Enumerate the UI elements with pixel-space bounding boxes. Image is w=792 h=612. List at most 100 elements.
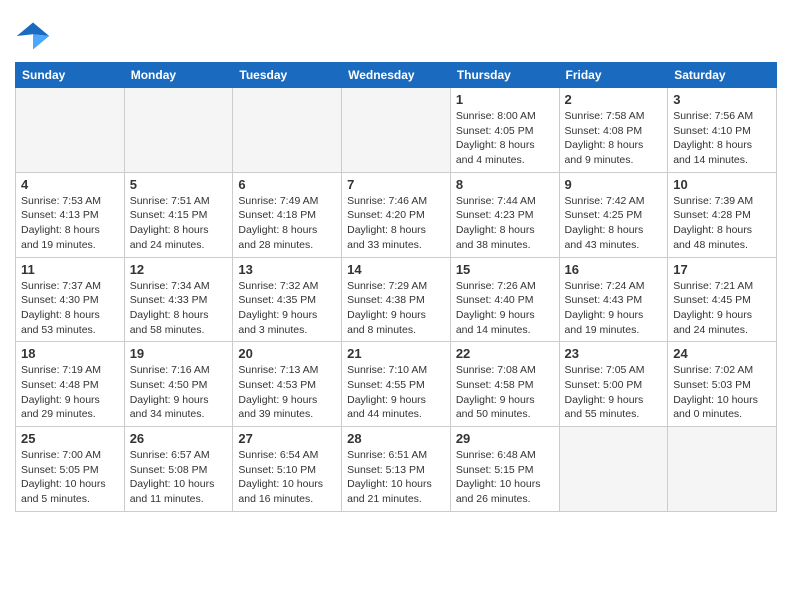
calendar-week-row: 1Sunrise: 8:00 AM Sunset: 4:05 PM Daylig… [16, 88, 777, 173]
day-info: Sunrise: 6:57 AM Sunset: 5:08 PM Dayligh… [130, 448, 228, 507]
day-info: Sunrise: 7:19 AM Sunset: 4:48 PM Dayligh… [21, 363, 119, 422]
day-info: Sunrise: 7:53 AM Sunset: 4:13 PM Dayligh… [21, 194, 119, 253]
day-info: Sunrise: 7:34 AM Sunset: 4:33 PM Dayligh… [130, 279, 228, 338]
calendar-day-24: 24 Sunrise: 7:02 AM Sunset: 5:03 PM Dayli… [668, 342, 777, 427]
calendar-day-3: 3 Sunrise: 7:56 AM Sunset: 4:10 PM Daylig… [668, 88, 777, 173]
day-info: Sunrise: 7:13 AM Sunset: 4:53 PM Dayligh… [238, 363, 336, 422]
day-number: 26 [130, 431, 228, 446]
day-info: Sunrise: 7:05 AM Sunset: 5:00 PM Dayligh… [565, 363, 663, 422]
day-info: Sunrise: 7:26 AM Sunset: 4:40 PM Dayligh… [456, 279, 554, 338]
day-info: Sunrise: 6:54 AM Sunset: 5:10 PM Dayligh… [238, 448, 336, 507]
day-number: 27 [238, 431, 336, 446]
day-header-thursday: Thursday [450, 63, 559, 88]
calendar-day-19: 19Sunrise: 7:16 AM Sunset: 4:50 PM Dayli… [124, 342, 233, 427]
calendar-day-empty [16, 88, 125, 173]
calendar-day-4: 4 Sunrise: 7:53 AM Sunset: 4:13 PM Daylig… [16, 172, 125, 257]
logo [15, 18, 53, 54]
calendar-week-row: 25 Sunrise: 7:00 AM Sunset: 5:05 PM Dayli… [16, 427, 777, 512]
day-number: 16 [565, 262, 663, 277]
day-number: 23 [565, 346, 663, 361]
logo-icon [15, 18, 51, 54]
calendar-day-27: 27 Sunrise: 6:54 AM Sunset: 5:10 PM Dayli… [233, 427, 342, 512]
day-number: 1 [456, 92, 554, 107]
day-info: Sunrise: 7:10 AM Sunset: 4:55 PM Dayligh… [347, 363, 445, 422]
calendar-day-empty [668, 427, 777, 512]
day-number: 17 [673, 262, 771, 277]
day-info: Sunrise: 7:21 AM Sunset: 4:45 PM Dayligh… [673, 279, 771, 338]
day-info: Sunrise: 7:08 AM Sunset: 4:58 PM Dayligh… [456, 363, 554, 422]
calendar-day-20: 20 Sunrise: 7:13 AM Sunset: 4:53 PM Dayli… [233, 342, 342, 427]
day-info: Sunrise: 7:39 AM Sunset: 4:28 PM Dayligh… [673, 194, 771, 253]
day-info: Sunrise: 7:49 AM Sunset: 4:18 PM Dayligh… [238, 194, 336, 253]
calendar-day-1: 1Sunrise: 8:00 AM Sunset: 4:05 PM Daylig… [450, 88, 559, 173]
calendar-day-16: 16 Sunrise: 7:24 AM Sunset: 4:43 PM Dayli… [559, 257, 668, 342]
day-number: 28 [347, 431, 445, 446]
day-number: 4 [21, 177, 119, 192]
calendar-day-13: 13 Sunrise: 7:32 AM Sunset: 4:35 PM Dayli… [233, 257, 342, 342]
day-number: 29 [456, 431, 554, 446]
day-info: Sunrise: 7:46 AM Sunset: 4:20 PM Dayligh… [347, 194, 445, 253]
day-info: Sunrise: 7:37 AM Sunset: 4:30 PM Dayligh… [21, 279, 119, 338]
day-number: 15 [456, 262, 554, 277]
day-info: Sunrise: 7:56 AM Sunset: 4:10 PM Dayligh… [673, 109, 771, 168]
day-number: 8 [456, 177, 554, 192]
day-info: Sunrise: 7:58 AM Sunset: 4:08 PM Dayligh… [565, 109, 663, 168]
day-info: Sunrise: 6:48 AM Sunset: 5:15 PM Dayligh… [456, 448, 554, 507]
calendar-week-row: 11 Sunrise: 7:37 AM Sunset: 4:30 PM Dayli… [16, 257, 777, 342]
day-number: 21 [347, 346, 445, 361]
day-header-monday: Monday [124, 63, 233, 88]
calendar-day-empty [342, 88, 451, 173]
calendar-day-25: 25 Sunrise: 7:00 AM Sunset: 5:05 PM Dayli… [16, 427, 125, 512]
calendar-header-row: SundayMondayTuesdayWednesdayThursdayFrid… [16, 63, 777, 88]
day-number: 22 [456, 346, 554, 361]
calendar-day-12: 12 Sunrise: 7:34 AM Sunset: 4:33 PM Dayli… [124, 257, 233, 342]
calendar-day-17: 17 Sunrise: 7:21 AM Sunset: 4:45 PM Dayli… [668, 257, 777, 342]
calendar-day-29: 29 Sunrise: 6:48 AM Sunset: 5:15 PM Dayli… [450, 427, 559, 512]
calendar-day-10: 10 Sunrise: 7:39 AM Sunset: 4:28 PM Dayli… [668, 172, 777, 257]
day-number: 7 [347, 177, 445, 192]
day-header-saturday: Saturday [668, 63, 777, 88]
calendar-table: SundayMondayTuesdayWednesdayThursdayFrid… [15, 62, 777, 512]
calendar-day-8: 8Sunrise: 7:44 AM Sunset: 4:23 PM Daylig… [450, 172, 559, 257]
calendar-day-9: 9Sunrise: 7:42 AM Sunset: 4:25 PM Daylig… [559, 172, 668, 257]
day-number: 20 [238, 346, 336, 361]
calendar-day-6: 6 Sunrise: 7:49 AM Sunset: 4:18 PM Daylig… [233, 172, 342, 257]
day-info: Sunrise: 7:00 AM Sunset: 5:05 PM Dayligh… [21, 448, 119, 507]
day-number: 11 [21, 262, 119, 277]
day-number: 10 [673, 177, 771, 192]
day-info: Sunrise: 7:24 AM Sunset: 4:43 PM Dayligh… [565, 279, 663, 338]
day-number: 9 [565, 177, 663, 192]
day-info: Sunrise: 7:51 AM Sunset: 4:15 PM Dayligh… [130, 194, 228, 253]
calendar-day-7: 7 Sunrise: 7:46 AM Sunset: 4:20 PM Daylig… [342, 172, 451, 257]
day-number: 13 [238, 262, 336, 277]
calendar-day-21: 21 Sunrise: 7:10 AM Sunset: 4:55 PM Dayli… [342, 342, 451, 427]
day-header-tuesday: Tuesday [233, 63, 342, 88]
calendar-day-empty [233, 88, 342, 173]
calendar-day-empty [559, 427, 668, 512]
calendar-day-empty [124, 88, 233, 173]
calendar-day-18: 18 Sunrise: 7:19 AM Sunset: 4:48 PM Dayli… [16, 342, 125, 427]
calendar-day-11: 11 Sunrise: 7:37 AM Sunset: 4:30 PM Dayli… [16, 257, 125, 342]
day-number: 24 [673, 346, 771, 361]
day-info: Sunrise: 7:16 AM Sunset: 4:50 PM Dayligh… [130, 363, 228, 422]
calendar-day-2: 2Sunrise: 7:58 AM Sunset: 4:08 PM Daylig… [559, 88, 668, 173]
header [15, 10, 777, 54]
day-info: Sunrise: 6:51 AM Sunset: 5:13 PM Dayligh… [347, 448, 445, 507]
calendar-day-15: 15 Sunrise: 7:26 AM Sunset: 4:40 PM Dayli… [450, 257, 559, 342]
day-info: Sunrise: 7:02 AM Sunset: 5:03 PM Dayligh… [673, 363, 771, 422]
day-info: Sunrise: 7:32 AM Sunset: 4:35 PM Dayligh… [238, 279, 336, 338]
day-number: 14 [347, 262, 445, 277]
calendar-day-14: 14 Sunrise: 7:29 AM Sunset: 4:38 PM Dayli… [342, 257, 451, 342]
day-number: 12 [130, 262, 228, 277]
day-number: 3 [673, 92, 771, 107]
day-number: 6 [238, 177, 336, 192]
calendar-week-row: 4 Sunrise: 7:53 AM Sunset: 4:13 PM Daylig… [16, 172, 777, 257]
day-header-friday: Friday [559, 63, 668, 88]
day-number: 25 [21, 431, 119, 446]
day-number: 18 [21, 346, 119, 361]
calendar-day-22: 22 Sunrise: 7:08 AM Sunset: 4:58 PM Dayli… [450, 342, 559, 427]
day-header-wednesday: Wednesday [342, 63, 451, 88]
day-info: Sunrise: 7:29 AM Sunset: 4:38 PM Dayligh… [347, 279, 445, 338]
calendar-day-23: 23 Sunrise: 7:05 AM Sunset: 5:00 PM Dayli… [559, 342, 668, 427]
day-header-sunday: Sunday [16, 63, 125, 88]
